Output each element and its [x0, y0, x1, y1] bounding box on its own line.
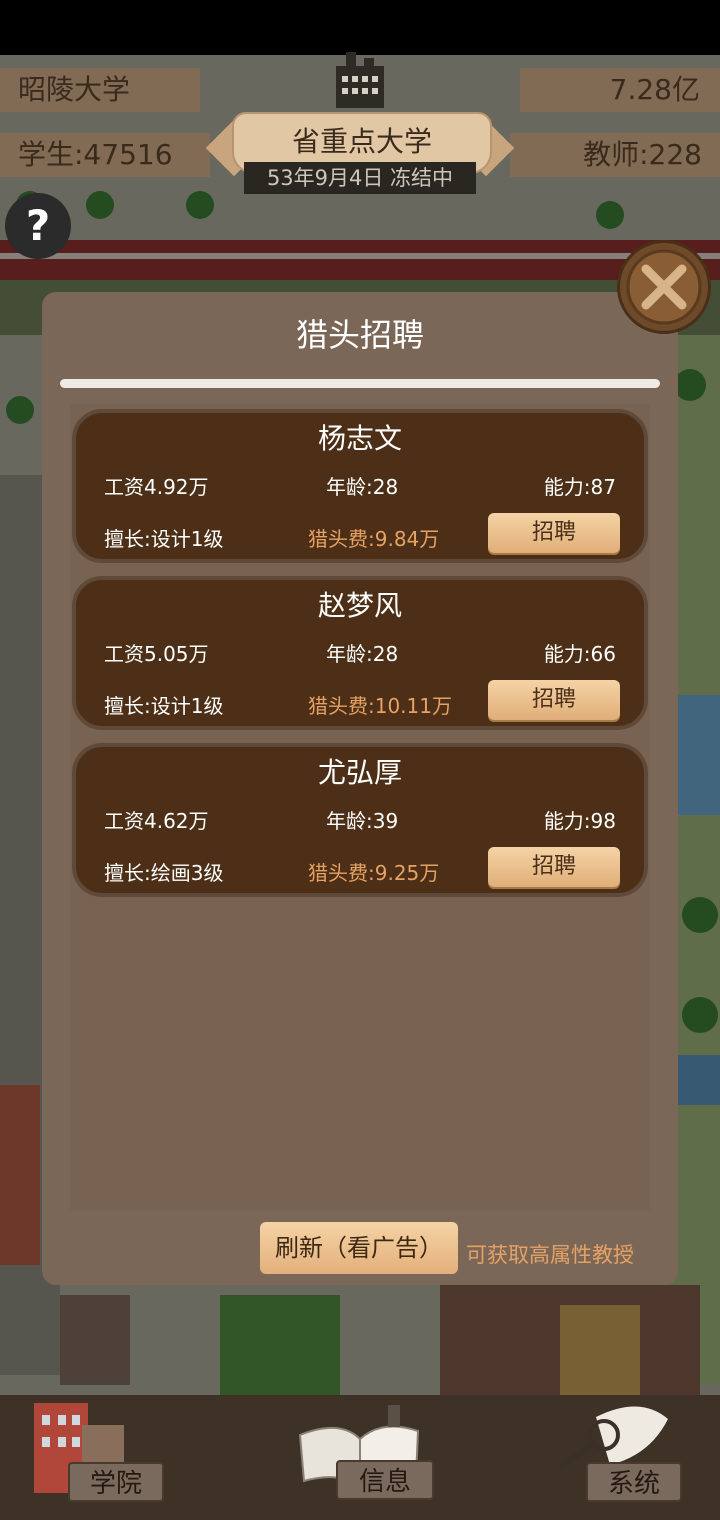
hire-button[interactable]: 招聘	[488, 680, 620, 720]
magnifier-icon	[558, 1406, 668, 1470]
candidate-salary: 工资4.92万	[104, 475, 209, 499]
candidate-name: 杨志文	[317, 422, 402, 455]
hire-button[interactable]: 招聘	[488, 513, 620, 553]
candidate-card: 赵梦风 工资5.05万 年龄:28 能力:66 擅长:设计1级 猎头费:10.1…	[72, 576, 648, 730]
money-display: 7.28亿	[520, 68, 720, 112]
status-bar	[0, 0, 720, 55]
candidate-name: 尤弘厚	[317, 756, 402, 789]
candidate-ability: 能力:87	[543, 475, 616, 499]
candidate-age: 年龄:39	[326, 809, 399, 833]
teacher-count: 教师:228	[510, 133, 720, 177]
candidate-age: 年龄:28	[326, 642, 399, 666]
building-icon	[328, 52, 392, 108]
headhunter-fee: 猎头费:9.84万	[308, 527, 440, 551]
close-icon[interactable]	[617, 240, 711, 334]
nav-college-button[interactable]: 学院	[68, 1462, 164, 1502]
student-count: 学生:47516	[0, 133, 210, 177]
title-divider	[60, 379, 660, 388]
refresh-hint: 可获取高属性教授	[466, 1243, 634, 1267]
headhunter-fee: 猎头费:9.25万	[308, 861, 440, 885]
school-name: 昭陵大学	[0, 68, 200, 112]
candidate-ability: 能力:98	[543, 809, 616, 833]
candidate-salary: 工资4.62万	[104, 809, 209, 833]
candidate-skill: 擅长:设计1级	[104, 694, 224, 718]
nav-system-button[interactable]: 系统	[586, 1462, 682, 1502]
candidate-card: 尤弘厚 工资4.62万 年龄:39 能力:98 擅长:绘画3级 猎头费:9.25…	[72, 743, 648, 897]
candidate-salary: 工资5.05万	[104, 642, 209, 666]
refresh-ad-button[interactable]: 刷新（看广告）	[260, 1222, 458, 1274]
hire-button[interactable]: 招聘	[488, 847, 620, 887]
game-date: 53年9月4日 冻结中	[244, 162, 476, 194]
bottom-nav: 学院 信息 系统	[0, 1395, 720, 1520]
candidate-name: 赵梦风	[317, 589, 402, 622]
nav-info-button[interactable]: 信息	[336, 1460, 434, 1500]
candidate-skill: 擅长:绘画3级	[104, 861, 224, 885]
headhunter-fee: 猎头费:10.11万	[308, 694, 452, 718]
help-icon[interactable]: ?	[5, 193, 71, 259]
dialog-title: 猎头招聘	[295, 316, 424, 354]
candidate-age: 年龄:28	[326, 475, 399, 499]
candidate-ability: 能力:66	[543, 642, 616, 666]
candidate-skill: 擅长:设计1级	[104, 527, 224, 551]
candidate-card: 杨志文 工资4.92万 年龄:28 能力:87 擅长:设计1级 猎头费:9.84…	[72, 409, 648, 563]
